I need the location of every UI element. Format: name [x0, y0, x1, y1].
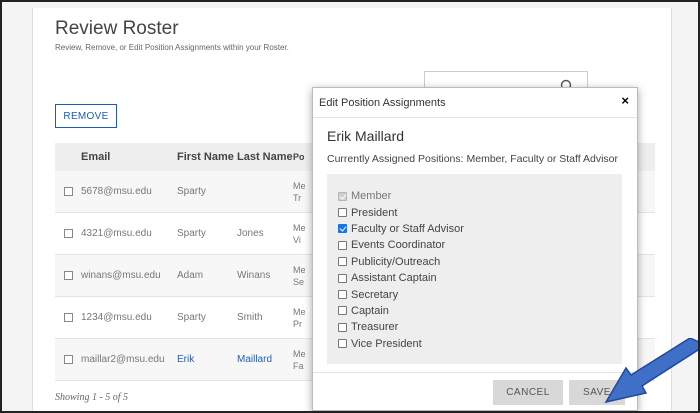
position-checkbox[interactable] — [338, 339, 347, 349]
position-checkbox[interactable] — [338, 273, 347, 283]
position-option[interactable]: Captain — [338, 303, 464, 319]
position-label: Treasurer — [351, 321, 399, 334]
modal-overlay: Edit Position Assignments × Erik Maillar… — [2, 2, 698, 411]
position-option: Member — [338, 188, 464, 204]
edit-positions-modal: Edit Position Assignments × Erik Maillar… — [312, 87, 638, 411]
position-checkbox[interactable] — [338, 306, 347, 316]
position-label: Captain — [351, 304, 389, 317]
assigned-positions-text: Currently Assigned Positions: Member, Fa… — [327, 153, 619, 165]
position-checkbox[interactable] — [338, 208, 347, 218]
position-option[interactable]: Treasurer — [338, 319, 464, 335]
position-label: Secretary — [351, 288, 399, 301]
position-checkbox[interactable] — [338, 322, 347, 332]
positions-list: Member President Faculty or Staff Advisor E… — [338, 188, 464, 352]
position-option[interactable]: Vice President — [338, 336, 464, 352]
modal-title: Edit Position Assignments — [319, 96, 446, 109]
position-checkbox — [338, 191, 347, 201]
position-checkbox[interactable] — [338, 257, 347, 267]
position-label: President — [351, 206, 398, 219]
cancel-button[interactable]: CANCEL — [493, 380, 563, 405]
position-option[interactable]: Secretary — [338, 286, 464, 302]
position-option[interactable]: Events Coordinator — [338, 237, 464, 253]
positions-panel: Member President Faculty or Staff Advisor E… — [327, 174, 622, 364]
position-option[interactable]: Faculty or Staff Advisor — [338, 221, 464, 237]
position-checkbox[interactable] — [338, 290, 347, 300]
position-label: Faculty or Staff Advisor — [351, 222, 464, 235]
member-name: Erik Maillard — [327, 128, 405, 144]
position-label: Assistant Captain — [351, 272, 437, 285]
position-checkbox[interactable] — [338, 224, 347, 234]
position-option[interactable]: President — [338, 204, 464, 220]
modal-header: Edit Position Assignments × — [313, 88, 637, 118]
position-label: Publicity/Outreach — [351, 255, 441, 268]
screenshot-frame: Review Roster Review, Remove, or Edit Po… — [0, 0, 700, 413]
position-label: Vice President — [351, 337, 422, 350]
pointer-arrow-icon — [604, 338, 698, 404]
modal-footer: CANCEL SAVE — [313, 372, 637, 410]
position-option[interactable]: Assistant Captain — [338, 270, 464, 286]
position-checkbox[interactable] — [338, 240, 347, 250]
position-label: Member — [351, 190, 392, 203]
close-icon[interactable]: × — [621, 93, 629, 108]
position-label: Events Coordinator — [351, 239, 446, 252]
position-option[interactable]: Publicity/Outreach — [338, 254, 464, 270]
